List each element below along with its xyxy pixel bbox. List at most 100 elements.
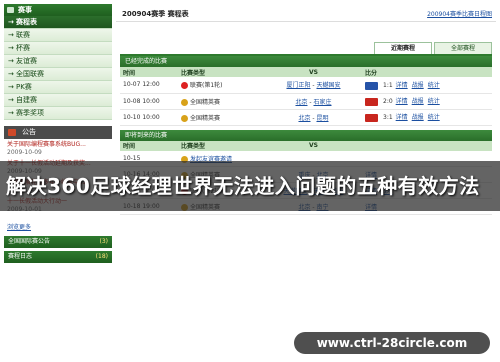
arrow-right-icon: →: [8, 83, 14, 91]
match-result: 1:1 详情 战报 统计: [362, 77, 492, 94]
upcoming-heading: 即将到来的比赛: [120, 129, 492, 141]
title-row: 200904赛季 赛程表 200904赛季比赛日程图: [116, 4, 496, 22]
table-row: 10-10 10:00 全国精英赛 北京 - 昆明 3:1 详情 战报 统计: [120, 109, 492, 126]
more-link[interactable]: 浏览更多: [7, 222, 112, 231]
match-detail-link[interactable]: 详情: [396, 114, 408, 121]
col-actions: [362, 140, 492, 151]
sidebar-item-label: PK赛: [16, 83, 32, 91]
match-detail-link[interactable]: 详情: [396, 98, 408, 105]
away-team-link[interactable]: 天樾国安: [316, 82, 340, 89]
match-vs: 厦门正阳 - 天樾国安: [262, 77, 362, 94]
sidebar-item-label: 联赛: [16, 31, 30, 39]
tab-recent[interactable]: 近期赛程: [374, 42, 432, 54]
sidebar-item-label: 赛季奖项: [16, 109, 44, 117]
sidebar-box-count: (3): [99, 238, 109, 245]
sidebar-title: 赛事: [18, 6, 32, 14]
match-type: 联赛(第1轮): [178, 77, 262, 94]
sidebar-item[interactable]: → 杯赛: [4, 42, 112, 55]
match-report-link[interactable]: 战报: [412, 98, 424, 105]
arrow-right-icon: →: [8, 109, 14, 117]
match-stats-link[interactable]: 统计: [428, 82, 440, 89]
page-title: 200904赛季 赛程表: [122, 10, 189, 18]
match-stats-link[interactable]: 统计: [428, 98, 440, 105]
match-vs: 北京 - 昆明: [262, 109, 362, 126]
match-score: 2:0: [383, 98, 393, 106]
completed-heading: 已经完成的比赛: [120, 56, 492, 67]
cup-icon: [181, 98, 188, 106]
season-schedule-link[interactable]: 200904赛季比赛日程图: [427, 9, 492, 18]
match-score: 3:1: [383, 114, 393, 122]
notice-header: 公告: [4, 126, 112, 139]
col-type: 比赛类型: [178, 67, 262, 77]
team-badge-icon: [365, 81, 378, 90]
notice-title: 公告: [22, 128, 36, 136]
col-score: 比分: [362, 67, 492, 77]
match-time: 10-08 10:00: [120, 93, 178, 110]
sidebar-menu: → 赛程表 → 联赛 → 杯赛 → 友谊赛 → 全国联赛 → PK赛 → 自建赛 → 赛季奖项: [4, 16, 112, 120]
sidebar-header: 赛事: [4, 4, 112, 16]
site-watermark: www.ctrl-28circle.com: [294, 332, 490, 354]
away-team-link[interactable]: 昆明: [316, 115, 328, 122]
match-type: 全国精英赛: [178, 93, 262, 110]
cup-icon: [181, 114, 188, 122]
col-type: 比赛类型: [178, 140, 262, 151]
sidebar-boxes: 全国国际赛公告 (3) 赛程日志 (18): [4, 236, 112, 263]
sidebar-box-label: 全国国际赛公告: [8, 238, 51, 245]
team-badge-icon: [365, 113, 378, 122]
league-icon: [181, 82, 188, 90]
sidebar-item[interactable]: → 友谊赛: [4, 55, 112, 68]
arrow-right-icon: →: [8, 70, 14, 78]
sidebar-item[interactable]: → 全国联赛: [4, 68, 112, 81]
col-time: 时间: [120, 140, 178, 151]
col-time: 时间: [120, 67, 178, 77]
match-time: 10-10 10:00: [120, 109, 178, 126]
notice-date: 2009-10-09: [7, 149, 42, 156]
arrow-right-icon: →: [8, 57, 14, 65]
match-report-link[interactable]: 战报: [412, 114, 424, 121]
screen: 赛事 → 赛程表 → 联赛 → 杯赛 → 友谊赛 → 全国联赛 → PK赛 → 自建赛 → 赛季奖项 公告 关…: [0, 0, 500, 362]
match-type: 全国精英赛: [178, 109, 262, 126]
sidebar-item-label: 友谊赛: [16, 57, 37, 65]
home-team-link[interactable]: 北京: [298, 115, 310, 122]
sidebar-item-label: 全国联赛: [16, 70, 44, 78]
col-vs: VS: [262, 67, 362, 77]
arrow-right-icon: →: [8, 18, 14, 26]
match-stats-link[interactable]: 统计: [428, 114, 440, 121]
sidebar-item[interactable]: → 赛季奖项: [4, 107, 112, 120]
match-type-label: 全国精英赛: [190, 98, 221, 106]
sidebar-item-label: 杯赛: [16, 44, 30, 52]
match-type-label: 联赛(第1轮): [190, 82, 223, 90]
notice-item[interactable]: 关于国际编程赛事系统BUG... 2009-10-09: [7, 141, 109, 157]
sidebar-item[interactable]: → 联赛: [4, 29, 112, 42]
match-type-label: 全国精英赛: [190, 114, 221, 122]
arrow-right-icon: →: [8, 31, 14, 39]
sidebar-box-count: (18): [95, 253, 108, 260]
tab-all[interactable]: 全部赛程: [434, 42, 492, 54]
home-team-link[interactable]: 厦门正阳: [286, 82, 310, 89]
match-vs: 北京 - 石家庄: [262, 93, 362, 110]
sidebar-item[interactable]: → 赛程表: [4, 16, 112, 29]
away-team-link[interactable]: 石家庄: [313, 99, 331, 106]
notice-link[interactable]: 关于国际编程赛事系统BUG...: [7, 141, 109, 149]
sidebar-item-label: 自建赛: [16, 96, 37, 104]
sidebar-item[interactable]: → 自建赛: [4, 94, 112, 107]
calendar-icon: [7, 7, 14, 13]
schedule-tabs: 近期赛程 全部赛程: [372, 42, 492, 54]
table-row: 10-07 12:00 联赛(第1轮) 厦门正阳 - 天樾国安 1:1 详情 战报 统计: [120, 77, 492, 94]
sidebar-box[interactable]: 赛程日志 (18): [4, 251, 112, 263]
headline-text: 解决360足球经理世界无法进入问题的五种有效方法: [6, 174, 480, 198]
home-team-link[interactable]: 北京: [295, 99, 307, 106]
sidebar-item[interactable]: → PK赛: [4, 81, 112, 94]
completed-table: 时间 比赛类型 VS 比分 10-07 12:00 联赛(第1轮) 厦门正阳 - 天…: [120, 67, 492, 126]
match-result: 3:1 详情 战报 统计: [362, 109, 492, 126]
match-report-link[interactable]: 战报: [412, 82, 424, 89]
match-detail-link[interactable]: 详情: [396, 82, 408, 89]
team-badge-icon: [365, 97, 378, 106]
table-row: 10-08 10:00 全国精英赛 北京 - 石家庄 2:0 详情 战报 统计: [120, 93, 492, 110]
sidebar-box-label: 赛程日志: [8, 253, 33, 260]
announcement-icon: [8, 129, 16, 136]
match-time: 10-07 12:00: [120, 77, 178, 94]
sidebar-box[interactable]: 全国国际赛公告 (3): [4, 236, 112, 248]
match-result: 2:0 详情 战报 统计: [362, 93, 492, 110]
arrow-right-icon: →: [8, 96, 14, 104]
